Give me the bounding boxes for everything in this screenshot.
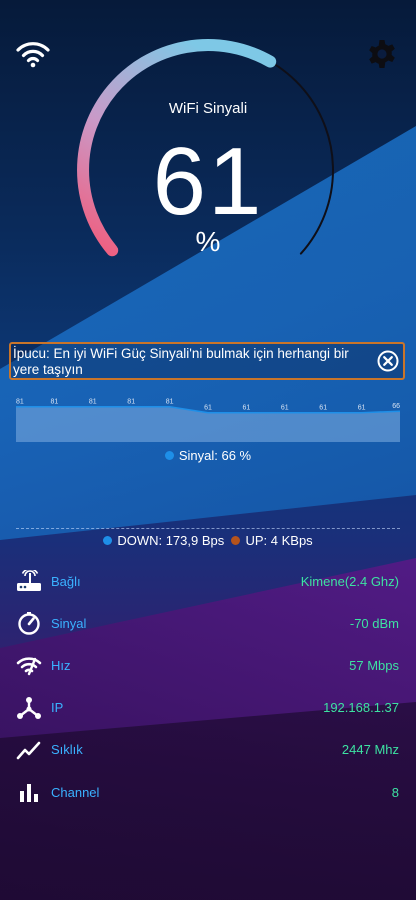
signal-point-label: 81 [89, 399, 97, 406]
info-label-speed: Hız [51, 658, 71, 673]
info-value-ip: 192.168.1.37 [323, 700, 399, 715]
info-value-frequency: 2447 Mhz [341, 742, 399, 757]
signal-legend: Sinyal: 66 % [0, 448, 416, 463]
up-speed-label: UP: 4 KBps [245, 533, 313, 548]
info-value-connected: Kimene(2.4 Ghz) [300, 574, 399, 589]
signal-point-label: 66 [392, 403, 400, 410]
speed-graph-divider [16, 528, 400, 529]
info-label-ip: IP [51, 700, 64, 715]
info-label-connected: Bağlı [51, 574, 81, 589]
tip-banner: İpucu: En iyi WiFi Güç Sinyali'ni bulmak… [9, 342, 405, 380]
signal-percent-unit: % [195, 226, 221, 257]
up-legend-dot [231, 536, 241, 545]
speedometer-icon [18, 612, 40, 635]
info-label-signal: Sinyal [51, 616, 87, 631]
info-row-ip: IP 192.168.1.37 [16, 696, 400, 720]
signal-point-label: 81 [127, 399, 135, 406]
speed-legend: DOWN: 173,9 Bps UP: 4 KBps [0, 533, 416, 548]
info-row-channel: Channel 8 [16, 781, 400, 805]
signal-point-label: 61 [243, 405, 251, 412]
wifi-speed-icon [16, 657, 42, 676]
signal-point-label: 61 [281, 405, 289, 412]
down-legend-dot [103, 536, 113, 545]
router-icon [17, 570, 41, 591]
info-label-channel: Channel [51, 785, 100, 800]
frequency-icon [16, 741, 41, 760]
info-value-channel: 8 [391, 785, 399, 800]
info-row-signal: Sinyal -70 dBm [16, 612, 400, 636]
info-value-signal: -70 dBm [349, 616, 399, 631]
gauge-title: WiFi Sinyali [168, 100, 248, 117]
signal-legend-dot [164, 451, 174, 460]
signal-point-label: 61 [358, 405, 366, 412]
info-row-speed: Hız 57 Mbps [16, 654, 400, 678]
signal-point-label: 81 [166, 399, 174, 406]
close-icon[interactable] [377, 350, 399, 372]
signal-percent-value: 61 [152, 128, 264, 235]
tip-text: İpucu: En iyi WiFi Güç Sinyali'ni bulmak… [13, 346, 349, 377]
signal-point-label: 81 [51, 399, 59, 406]
info-row-connected: Bağlı Kimene(2.4 Ghz) [16, 570, 400, 594]
down-speed-label: DOWN: 173,9 Bps [117, 533, 225, 548]
info-value-speed: 57 Mbps [349, 658, 399, 673]
info-label-frequency: Sıklık [51, 742, 83, 757]
signal-history-graph: 81 81 81 81 81 61 61 61 61 61 66 [14, 394, 402, 446]
signal-point-label: 61 [319, 405, 327, 412]
bar-chart-icon [20, 784, 38, 802]
signal-legend-label: Sinyal: 66 % [178, 448, 252, 463]
signal-point-label: 81 [16, 399, 24, 406]
network-icon [17, 697, 41, 719]
signal-point-label: 61 [204, 405, 212, 412]
info-row-frequency: Sıklık 2447 Mhz [16, 738, 400, 762]
